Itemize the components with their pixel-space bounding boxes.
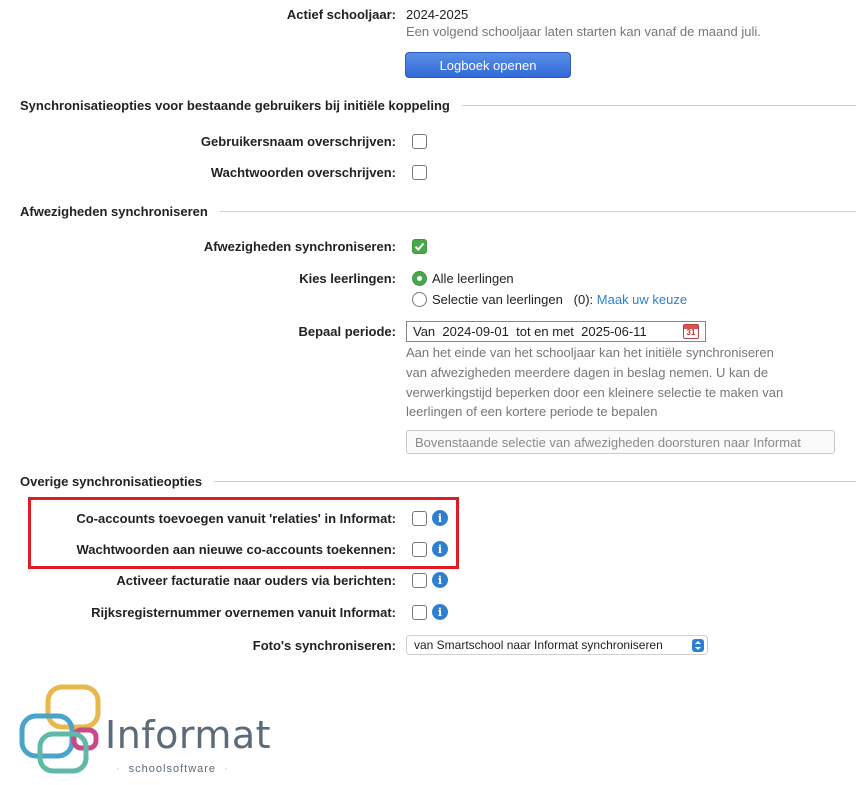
overwrite-username-label: Gebruikersnaam overschrijven: [200, 134, 396, 149]
radio-all-students-label: Alle leerlingen [432, 271, 514, 286]
selection-text: Selectie van leerlingen [432, 292, 563, 307]
section-title: Synchronisatieopties voor bestaande gebr… [20, 97, 450, 113]
select-arrows-icon [692, 639, 704, 652]
photos-select[interactable]: van Smartschool naar Informat synchronis… [406, 635, 708, 655]
photos-selected-value: van Smartschool naar Informat synchronis… [414, 638, 663, 652]
school-year-label: Actief schooljaar: [286, 7, 396, 22]
logo-tagline: · schoolsoftware · [116, 763, 229, 775]
rijksregister-label: Rijksregisternummer overnemen vanuit Inf… [91, 605, 396, 620]
period-input[interactable]: Van 2024-09-01 tot en met 2025-06-11 31 [406, 321, 706, 342]
info-icon[interactable]: i [432, 604, 448, 620]
photos-label: Foto's synchroniseren: [252, 638, 396, 653]
overwrite-username-checkbox[interactable] [412, 134, 427, 149]
sync-absences-label: Afwezigheden synchroniseren: [203, 239, 396, 254]
coaccounts-passwords-checkbox[interactable] [412, 542, 427, 557]
selection-count: (0): [573, 292, 594, 307]
overwrite-passwords-checkbox[interactable] [412, 165, 427, 180]
period-hint-3: verwerkingstijd beperken door een kleine… [406, 385, 784, 400]
logo-wordmark: Informat [105, 713, 272, 757]
radio-selection-label: Selectie van leerlingen (0): Maak uw keu… [432, 292, 687, 307]
make-choice-link[interactable]: Maak uw keuze [597, 292, 687, 307]
calendar-icon[interactable]: 31 [683, 324, 699, 339]
section-title: Overige synchronisatieopties [20, 473, 203, 489]
section-sync-existing: Synchronisatieopties voor bestaande gebr… [20, 97, 856, 113]
period-hint-4: leerlingen of een kortere periode te bep… [406, 404, 658, 419]
logo-tagline-text: schoolsoftware [128, 763, 217, 775]
info-icon[interactable]: i [432, 510, 448, 526]
period-label: Bepaal periode: [298, 324, 396, 339]
students-label: Kies leerlingen: [299, 271, 396, 286]
coaccounts-passwords-label: Wachtwoorden aan nieuwe co-accounts toek… [76, 542, 396, 557]
section-title: Afwezigheden synchroniseren [20, 203, 208, 219]
section-absences: Afwezigheden synchroniseren [20, 203, 856, 219]
period-value: Van 2024-09-01 tot en met 2025-06-11 [413, 324, 647, 339]
radio-all-students[interactable] [412, 271, 427, 286]
invoicing-checkbox[interactable] [412, 573, 427, 588]
section-divider [219, 210, 856, 212]
info-icon[interactable]: i [432, 572, 448, 588]
section-divider [214, 480, 856, 482]
info-icon[interactable]: i [432, 541, 448, 557]
period-hint-2: van afwezigheden meerdere dagen in besla… [406, 365, 769, 380]
period-hint-1: Aan het einde van het schooljaar kan het… [406, 345, 774, 360]
school-year-value: 2024-2025 [406, 7, 469, 22]
section-divider [461, 104, 856, 106]
school-year-hint: Een volgend schooljaar laten starten kan… [406, 24, 761, 39]
coaccounts-label: Co-accounts toevoegen vanuit 'relaties' … [76, 511, 396, 526]
check-icon [414, 242, 425, 251]
sync-absences-checkbox[interactable] [412, 239, 427, 254]
overwrite-passwords-label: Wachtwoorden overschrijven: [210, 165, 396, 180]
section-other: Overige synchronisatieopties [20, 473, 856, 489]
radio-selection-students[interactable] [412, 292, 427, 307]
highlight-box [28, 497, 459, 569]
invoicing-label: Activeer facturatie naar ouders via beri… [116, 573, 396, 588]
rijksregister-checkbox[interactable] [412, 605, 427, 620]
send-absences-button[interactable]: Bovenstaande selectie van afwezigheden d… [406, 430, 835, 454]
calendar-day: 31 [686, 328, 696, 337]
logbook-button[interactable]: Logboek openen [405, 52, 571, 78]
coaccounts-checkbox[interactable] [412, 511, 427, 526]
